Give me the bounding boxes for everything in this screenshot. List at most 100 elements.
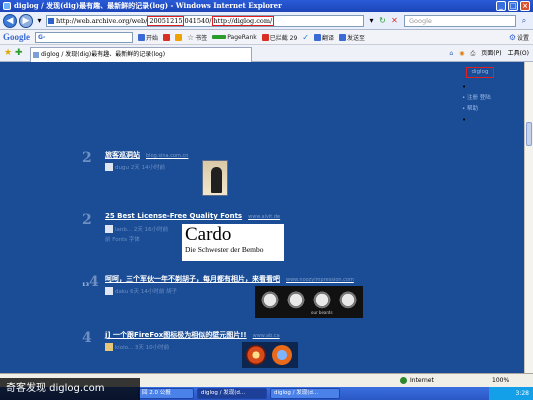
- entry-title-link[interactable]: 旅客巡洞站 blog.sina.com.cn: [105, 150, 188, 160]
- google-logo: Google: [3, 32, 30, 42]
- cardo-small-text: Die Schwester der Bembo: [185, 245, 264, 254]
- toolbar-item-popup-blocker[interactable]: 已拦截 29: [261, 33, 298, 42]
- system-clock[interactable]: 3:28: [489, 387, 533, 400]
- watermark-caption: 奇客发现 diglog.com: [0, 378, 140, 400]
- toolbar-item-pagerank[interactable]: PageRank: [212, 34, 257, 41]
- vertical-scrollbar[interactable]: [524, 62, 533, 373]
- entry-thumbnail[interactable]: Cardo Die Schwester der Bembo: [182, 224, 284, 261]
- rank-number[interactable]: 2: [82, 150, 102, 166]
- toolbar-item-label: 翻译: [321, 34, 334, 42]
- toolbar-item-settings[interactable]: ⚙ 设置: [509, 33, 529, 42]
- page-icon: [48, 18, 54, 24]
- list-item: 4 j] 一个跟FireFox图标极为相似的壁元图片!! www.ab.ca ki…: [82, 330, 382, 373]
- nav-dropdown-icon[interactable]: ▾: [34, 15, 45, 27]
- home-icon[interactable]: ⌂: [449, 48, 453, 59]
- google-toolbar: Google G- 开始 ☆ 书签 PageRank 已拦截 29 ✓ 翻译 发送…: [0, 30, 533, 45]
- page-menu[interactable]: 页面(P): [481, 48, 501, 59]
- vote-count: 13: [82, 282, 89, 288]
- window-title: diglog / 发现(dig)最有趣、最新鲜的记录(log) - Window…: [14, 1, 282, 10]
- image-caption: our beards: [311, 310, 333, 315]
- toolbar-item-bookmarks[interactable]: ☆ 书签: [187, 33, 207, 42]
- search-icon[interactable]: ⌕: [518, 15, 530, 27]
- toolbar-item-bookmark-flag[interactable]: [175, 33, 183, 41]
- entry-title: j] 一个跟FireFox图标极为相似的壁元图片!!: [105, 331, 247, 339]
- taskbar-button[interactable]: diglog / 发现(d...: [270, 388, 340, 399]
- taskbar-button[interactable]: 回 2.0 公报: [138, 388, 194, 399]
- address-dropdown-icon[interactable]: ▾: [366, 15, 377, 27]
- taskbar-button-active[interactable]: diglog / 发现(d...: [197, 388, 267, 399]
- face-photo: [261, 290, 279, 312]
- url-middle: 041540/: [184, 17, 212, 25]
- rank-value: 4: [88, 274, 99, 290]
- toolbar-item-label: 已拦截 29: [269, 34, 298, 42]
- bookmark-flag-icon: [175, 33, 183, 41]
- entry-title-link[interactable]: 25 Best License-Free Quality Fonts www.al…: [105, 212, 280, 220]
- tab-label: diglog / 发现(dig)最有趣、最新鲜的记录(log): [41, 51, 166, 58]
- person-figure-icon: [211, 167, 222, 193]
- entry-meta-text: daku 6天 14小时前 胡子: [115, 289, 178, 295]
- toolbar-item-go[interactable]: 开始: [138, 33, 158, 42]
- toolbar-item-send[interactable]: 发送至: [339, 33, 365, 42]
- entry-title: 呵呵，三个军伙一年不剃胡子，每月都有相片，来看看吧: [105, 275, 280, 283]
- rank-number[interactable]: 2: [82, 212, 102, 228]
- sidebar-item-label: 帮助: [467, 106, 479, 112]
- rank-number[interactable]: 134: [82, 274, 102, 290]
- close-button[interactable]: ×: [520, 1, 530, 11]
- entry-source: www.alvit.de: [248, 214, 281, 220]
- entry-meta: kiolo... 3天 10小时前: [105, 343, 169, 351]
- entry-thumbnail[interactable]: [202, 160, 228, 196]
- stop-icon[interactable]: ✕: [389, 15, 400, 27]
- add-favorite-icon[interactable]: ✚: [15, 48, 23, 58]
- entry-meta: daku 6天 14小时前 胡子: [105, 287, 177, 295]
- internet-zone-icon: [400, 377, 407, 384]
- tab-active[interactable]: diglog / 发现(dig)最有趣、最新鲜的记录(log): [30, 47, 252, 62]
- toolbar-item-gmail[interactable]: [163, 33, 171, 41]
- top-diglog-chip[interactable]: diglog: [466, 67, 494, 78]
- cardo-big-text: Cardo: [185, 224, 232, 245]
- toolbar-item-spellcheck[interactable]: ✓: [302, 33, 309, 42]
- feeds-icon[interactable]: ◉: [459, 48, 464, 59]
- url-timestamp-highlight: 20051215: [147, 16, 185, 26]
- list-item: 134 呵呵，三个军伙一年不剃胡子，每月都有相片，来看看吧 www.noozyim…: [82, 274, 382, 324]
- toolbar-item-label: PageRank: [227, 33, 257, 41]
- minimize-button[interactable]: _: [496, 1, 506, 11]
- ie-search-input[interactable]: Google: [404, 15, 516, 27]
- toolbar-item-translate[interactable]: 翻译: [313, 33, 334, 42]
- toolbar-item-label: 设置: [516, 34, 529, 42]
- entry-thumbnail[interactable]: [242, 342, 298, 368]
- popup-block-icon: [261, 33, 269, 41]
- entry-tags[interactable]: 前 Fonts 字体: [105, 235, 140, 243]
- forward-arrow-icon[interactable]: ▶: [19, 14, 33, 28]
- sidebar-item-help[interactable]: • 帮助: [462, 104, 522, 115]
- zoom-level[interactable]: 100%: [492, 374, 509, 387]
- star-icon: ☆: [187, 32, 195, 42]
- face-photo: [313, 290, 331, 312]
- toolbar-item-label: 书签: [195, 34, 208, 42]
- sidebar-item-label: 登陆: [479, 95, 491, 101]
- url-site-highlight: http://diglog.com/: [211, 16, 275, 26]
- rank-number[interactable]: 4: [82, 330, 102, 346]
- favorites-star-icon[interactable]: ★: [4, 48, 12, 58]
- firefox-icon: [272, 345, 292, 365]
- entry-title-link[interactable]: j] 一个跟FireFox图标极为相似的壁元图片!! www.ab.ca: [105, 330, 280, 340]
- sidebar-dot: •: [462, 83, 467, 91]
- back-arrow-icon[interactable]: ◀: [3, 14, 17, 28]
- sidebar-item-register[interactable]: • 注册 登陆: [462, 93, 522, 104]
- address-bar-input[interactable]: http://web.archive.org/web/20051215 04154…: [46, 15, 364, 27]
- scrollbar-thumb[interactable]: [526, 122, 532, 146]
- send-icon: [339, 33, 346, 41]
- tab-favicon-icon: [33, 52, 39, 58]
- list-item: 2 旅客巡洞站 blog.sina.com.cn dugu 2天 14小时前: [82, 150, 382, 200]
- entry-thumbnail[interactable]: our beards: [255, 286, 363, 318]
- entry-meta-text: kiolo... 3天 10小时前: [115, 345, 170, 351]
- refresh-icon[interactable]: ↻: [377, 15, 388, 27]
- maximize-button[interactable]: □: [508, 1, 518, 11]
- web-page-content: diglog • • 注册 登陆 • 帮助 • 2 旅客巡洞站 blog.sina…: [0, 62, 524, 373]
- toolbar-item-label: 开始: [146, 34, 159, 42]
- print-icon[interactable]: ⎙: [470, 48, 475, 59]
- gmail-icon: [163, 33, 171, 41]
- entry-title-link[interactable]: 呵呵，三个军伙一年不剃胡子，每月都有相片，来看看吧 www.noozyimpres…: [105, 274, 354, 284]
- google-search-input[interactable]: G-: [35, 31, 133, 43]
- tools-menu[interactable]: 工具(O): [508, 48, 529, 59]
- avatar: [105, 225, 113, 233]
